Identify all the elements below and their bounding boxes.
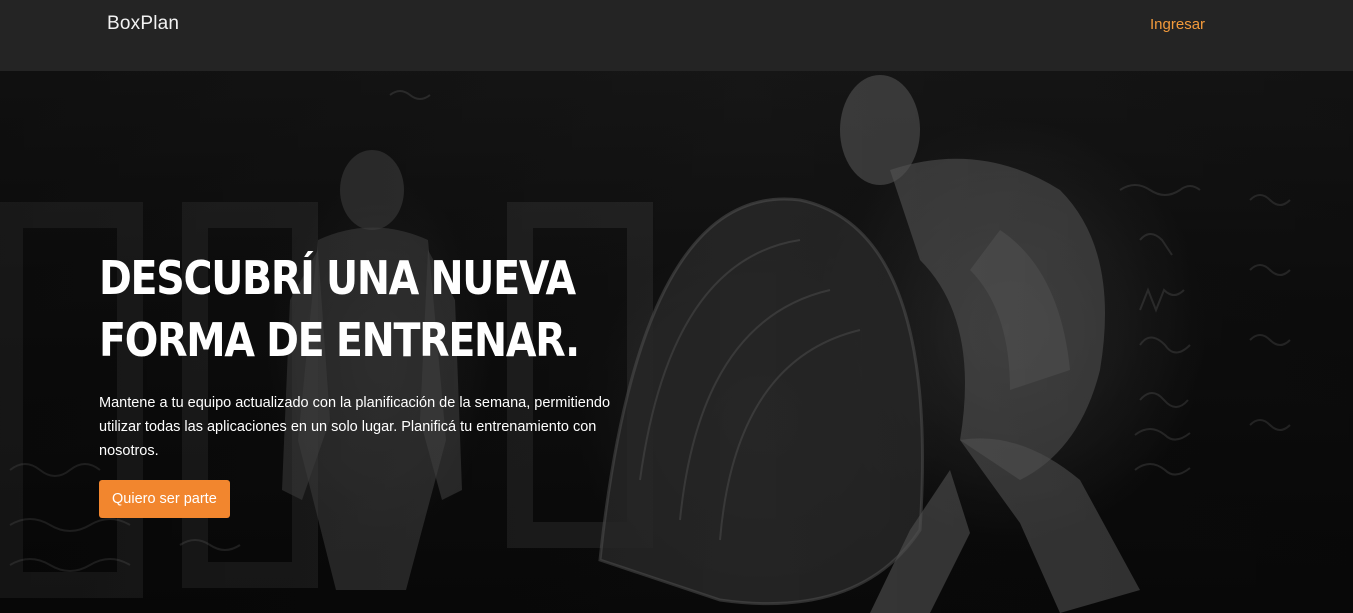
- hero-title: DESCUBRÍ UNA NUEVA FORMA DE ENTRENAR.: [99, 247, 581, 371]
- login-link[interactable]: Ingresar: [1150, 16, 1205, 33]
- brand-logo-link[interactable]: BoxPlan: [107, 13, 179, 35]
- hero-description: Mantene a tu equipo actualizado con la p…: [99, 395, 611, 459]
- landing-page: BoxPlan Ingresar DESCUBRÍ UNA NUEVA FORM…: [0, 0, 1353, 613]
- join-button[interactable]: Quiero ser parte: [99, 480, 230, 518]
- hero-title-line-2: FORMA DE ENTRENAR.: [99, 313, 580, 367]
- navbar: BoxPlan Ingresar: [0, 0, 1353, 71]
- hero-section: DESCUBRÍ UNA NUEVA FORMA DE ENTRENAR. Ma…: [99, 247, 659, 518]
- hero-title-line-1: DESCUBRÍ UNA NUEVA: [99, 251, 576, 305]
